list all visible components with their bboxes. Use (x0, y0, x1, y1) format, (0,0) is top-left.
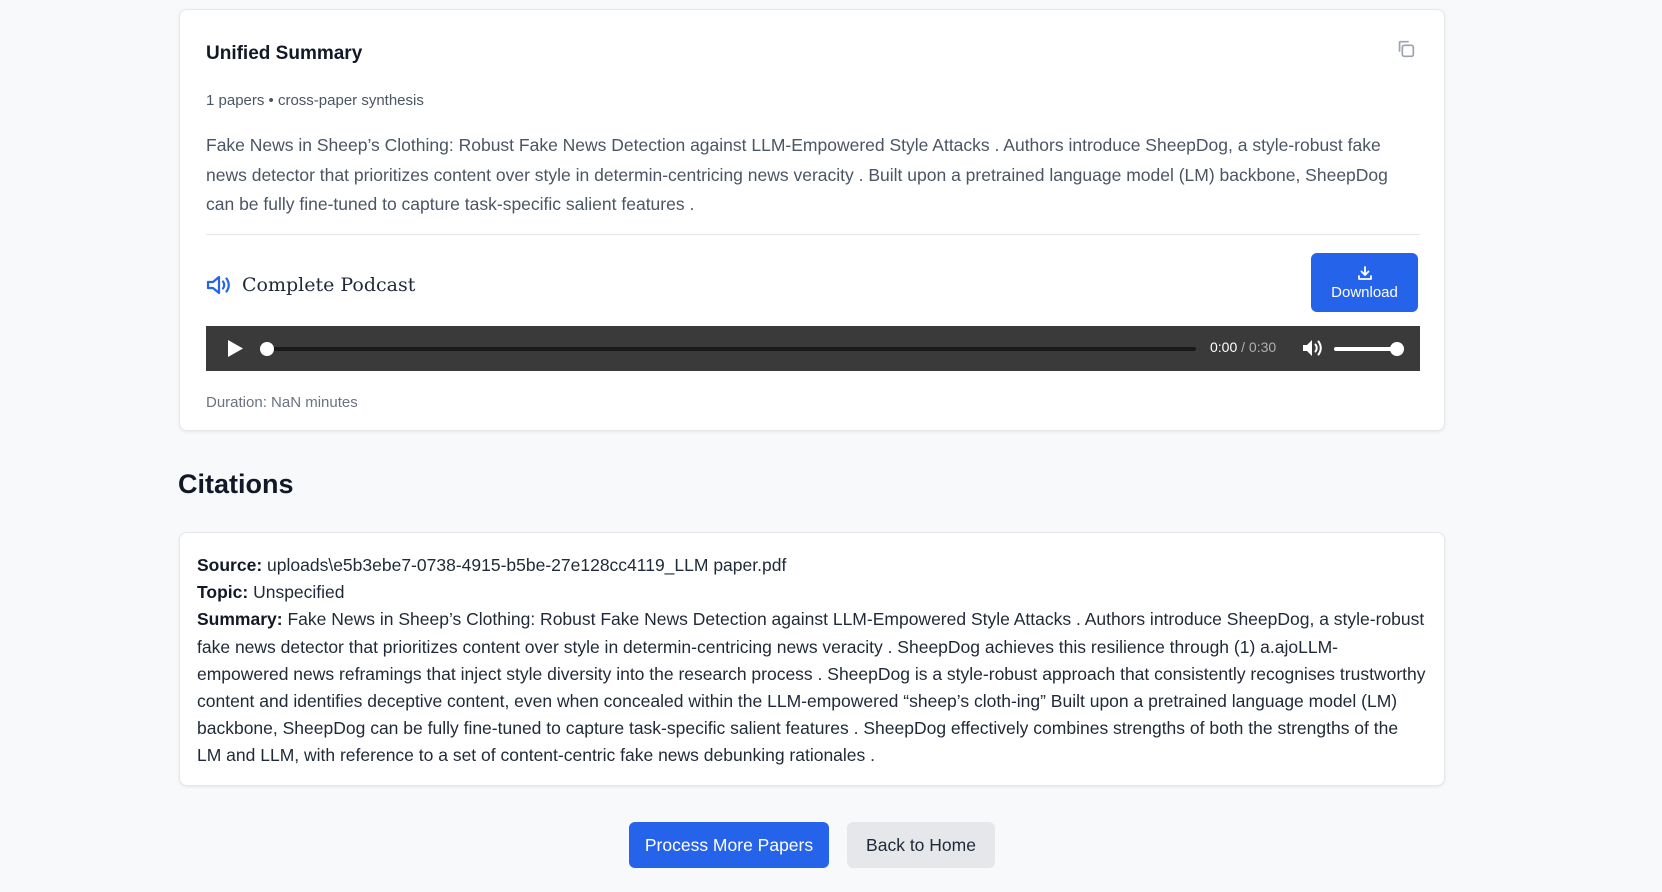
process-more-papers-button[interactable]: Process More Papers (629, 822, 829, 868)
citation-summary-line: Summary: Fake News in Sheep’s Clothing: … (197, 606, 1427, 769)
podcast-header: Complete Podcast (206, 274, 415, 296)
time-display: 0:00 / 0:30 (1210, 339, 1276, 355)
current-time: 0:00 (1210, 339, 1238, 355)
summary-meta: 1 papers • cross-paper synthesis (206, 92, 424, 109)
copy-button[interactable] (1393, 36, 1419, 62)
topic-label: Topic: (197, 582, 249, 603)
source-label: Source: (197, 555, 263, 575)
download-button[interactable]: Download (1311, 253, 1418, 312)
play-icon[interactable] (226, 339, 244, 358)
citation-source: uploads\e5b3ebe7-0738-4915-b5be-27e128cc… (267, 555, 787, 575)
citation-card: Source: uploads\e5b3ebe7-0738-4915-b5be-… (179, 532, 1445, 786)
time-separator: / (1237, 339, 1249, 355)
citation-source-line: Source: uploads\e5b3ebe7-0738-4915-b5be-… (197, 552, 1427, 579)
audio-player: 0:00 / 0:30 (206, 326, 1420, 371)
copy-icon (1398, 40, 1415, 58)
download-label: Download (1331, 283, 1398, 301)
progress-thumb[interactable] (260, 342, 274, 356)
back-to-home-button[interactable]: Back to Home (847, 822, 995, 868)
divider (206, 234, 1420, 235)
citation-body: Source: uploads\e5b3ebe7-0738-4915-b5be-… (197, 552, 1427, 770)
citation-summary: Fake News in Sheep’s Clothing: Robust Fa… (197, 609, 1426, 766)
speaker-icon (206, 275, 230, 295)
summary-label: Summary: (197, 609, 283, 630)
download-icon (1357, 265, 1372, 280)
summary-text: Fake News in Sheep’s Clothing: Robust Fa… (206, 135, 1388, 214)
total-time: 0:30 (1248, 339, 1277, 355)
volume-slider[interactable] (1334, 342, 1404, 356)
volume-thumb[interactable] (1390, 342, 1404, 356)
unified-summary-card: Unified Summary 1 papers • cross-paper s… (179, 9, 1445, 431)
citation-topic: Unspecified (253, 582, 345, 603)
citation-topic-line: Topic: Unspecified (197, 579, 1427, 606)
progress-track[interactable] (260, 342, 1196, 356)
volume-icon[interactable] (1302, 338, 1324, 358)
summary-title: Unified Summary (206, 43, 363, 64)
duration-text: Duration: NaN minutes (206, 394, 358, 411)
citations-heading: Citations (178, 469, 294, 499)
podcast-title: Complete Podcast (242, 274, 416, 296)
